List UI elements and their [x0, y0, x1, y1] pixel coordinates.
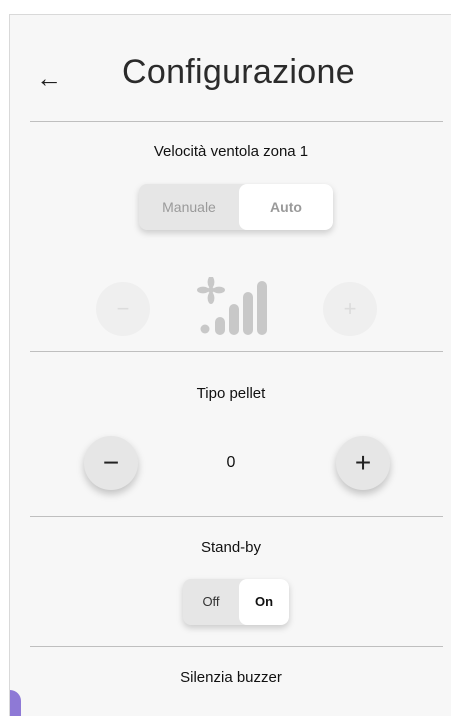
divider	[30, 516, 443, 517]
settings-panel: ← Configurazione Velocità ventola zona 1…	[9, 14, 451, 716]
arrow-left-icon[interactable]: ←	[36, 63, 66, 93]
buzzer-label: Silenzia buzzer	[180, 669, 282, 686]
fan-mode-auto-option[interactable]: Auto	[239, 184, 333, 230]
standby-off-option[interactable]: Off	[183, 579, 239, 625]
standby-toggle: Off On	[183, 579, 289, 625]
divider	[30, 646, 443, 647]
corner-accent	[10, 690, 21, 716]
fan-mode-toggle: Manuale Auto	[139, 184, 333, 230]
fan-decrease-button[interactable]: −	[96, 282, 150, 336]
plus-icon: +	[354, 447, 372, 478]
fan-increase-button[interactable]: +	[323, 282, 377, 336]
divider	[30, 121, 443, 122]
standby-on-option[interactable]: On	[239, 579, 289, 625]
fan-speed-label: Velocità ventola zona 1	[153, 143, 309, 160]
minus-icon: −	[116, 296, 130, 321]
page-title: Configurazione	[122, 53, 355, 91]
app-frame: ← Configurazione Velocità ventola zona 1…	[0, 0, 451, 716]
standby-label: Stand-by	[200, 539, 262, 556]
header: ← Configurazione	[10, 15, 451, 125]
pellet-increase-button[interactable]: +	[336, 436, 390, 490]
fan-mode-manual-option[interactable]: Manuale	[139, 184, 239, 230]
fan-speed-level-icon	[197, 276, 277, 339]
plus-icon: +	[343, 296, 357, 321]
pellet-type-label: Tipo pellet	[196, 385, 266, 402]
divider	[30, 351, 443, 352]
